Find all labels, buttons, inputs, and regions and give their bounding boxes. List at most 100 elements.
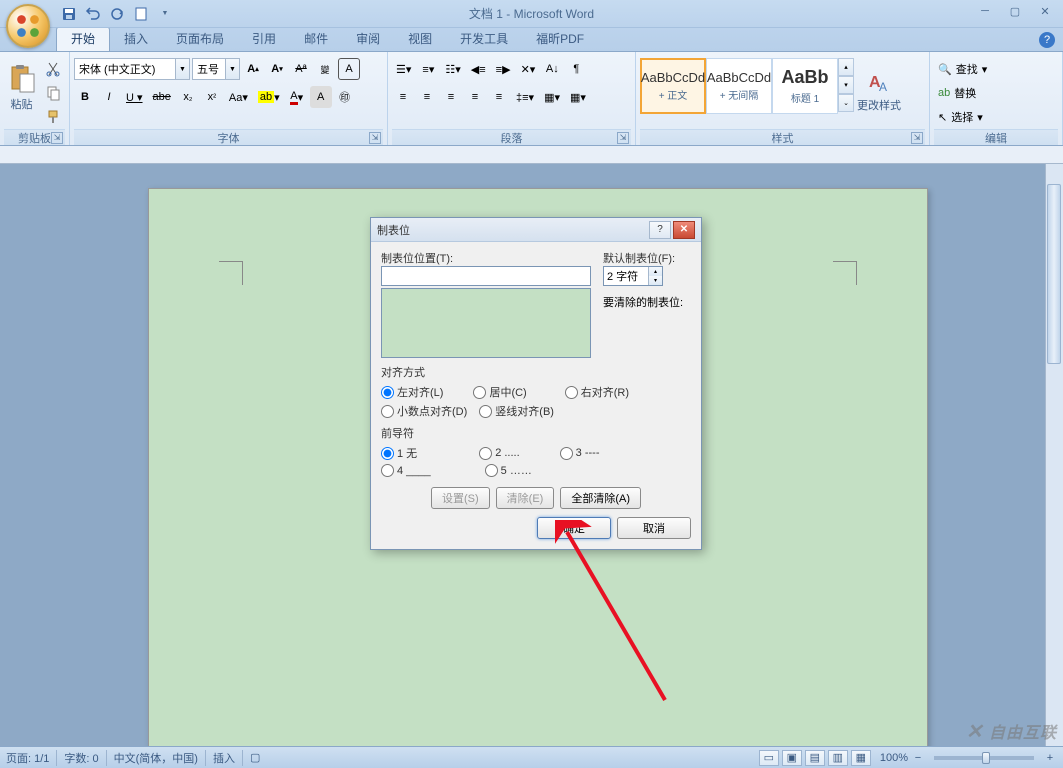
tab-home[interactable]: 开始 xyxy=(56,26,110,51)
macro-recording-icon[interactable]: ▢ xyxy=(250,751,260,764)
clear-formatting-icon[interactable]: Aª xyxy=(290,58,312,80)
phonetic-guide-icon[interactable]: 變 xyxy=(314,58,336,80)
bullets-icon[interactable]: ☰▾ xyxy=(392,58,415,80)
paste-button[interactable]: 粘贴 xyxy=(4,54,39,122)
asian-layout-icon[interactable]: ✕▾ xyxy=(517,58,540,80)
draft-view-icon[interactable]: ▦ xyxy=(851,750,871,766)
save-icon[interactable] xyxy=(58,3,80,25)
character-shading-icon[interactable]: A xyxy=(310,86,332,108)
maximize-button[interactable]: ▢ xyxy=(1001,2,1029,20)
style-heading-1[interactable]: AaBb 标题 1 xyxy=(772,58,838,114)
leader-5-radio[interactable]: 5 …… xyxy=(485,464,532,477)
align-center-icon[interactable]: ≡ xyxy=(416,86,438,108)
tab-insert[interactable]: 插入 xyxy=(110,27,162,51)
copy-icon[interactable] xyxy=(41,82,65,104)
tab-foxit-pdf[interactable]: 福昕PDF xyxy=(522,27,598,51)
status-language[interactable]: 中文(简体，中国) xyxy=(114,750,198,766)
vertical-scrollbar[interactable] xyxy=(1045,164,1063,746)
font-color-icon[interactable]: A▾ xyxy=(286,86,308,108)
grow-font-icon[interactable]: A▴ xyxy=(242,58,264,80)
italic-icon[interactable]: I xyxy=(98,86,120,108)
align-right-radio[interactable]: 右对齐(R) xyxy=(565,384,629,400)
status-words[interactable]: 字数: 0 xyxy=(64,750,98,766)
leader-3-radio[interactable]: 3 ---- xyxy=(560,447,600,460)
font-family-combo[interactable]: 宋体 (中文正文)▼ xyxy=(74,58,190,80)
undo-icon[interactable] xyxy=(82,3,104,25)
dialog-close-icon[interactable]: ✕ xyxy=(673,221,695,239)
tab-developer[interactable]: 开发工具 xyxy=(446,27,522,51)
style-normal[interactable]: AaBbCcDd + 正文 xyxy=(640,58,706,114)
default-tab-spinner[interactable]: 2 字符 ▴▾ xyxy=(603,266,663,286)
style-down-icon[interactable]: ▾ xyxy=(838,76,854,94)
line-spacing-icon[interactable]: ‡≡▾ xyxy=(512,86,538,108)
full-screen-view-icon[interactable]: ▣ xyxy=(782,750,802,766)
align-left-radio[interactable]: 左对齐(L) xyxy=(381,384,443,400)
tab-references[interactable]: 引用 xyxy=(238,27,290,51)
dialog-titlebar[interactable]: 制表位 ? ✕ xyxy=(371,218,701,242)
cut-icon[interactable] xyxy=(41,58,65,80)
styles-launcher-icon[interactable]: ⇲ xyxy=(911,132,923,144)
horizontal-ruler[interactable] xyxy=(0,146,1063,164)
justify-icon[interactable]: ≡ xyxy=(464,86,486,108)
font-size-combo[interactable]: 五号▼ xyxy=(192,58,240,80)
align-center-radio[interactable]: 居中(C) xyxy=(473,384,526,400)
print-layout-view-icon[interactable]: ▭ xyxy=(759,750,779,766)
leader-1-radio[interactable]: 1 无 xyxy=(381,445,417,461)
select-button[interactable]: ↖选择 ▾ xyxy=(934,106,987,128)
web-layout-view-icon[interactable]: ▤ xyxy=(805,750,825,766)
style-more-icon[interactable]: ⌄ xyxy=(838,94,854,112)
bold-icon[interactable]: B xyxy=(74,86,96,108)
distributed-icon[interactable]: ≡ xyxy=(488,86,510,108)
redo-icon[interactable] xyxy=(106,3,128,25)
office-button[interactable] xyxy=(6,4,50,48)
qat-customize-icon[interactable]: ▼ xyxy=(154,3,176,25)
close-button[interactable]: ✕ xyxy=(1031,2,1059,20)
spinner-down-icon[interactable]: ▾ xyxy=(648,276,662,285)
highlight-icon[interactable]: ab▾ xyxy=(254,86,284,108)
tab-position-input[interactable] xyxy=(381,266,591,286)
style-no-spacing[interactable]: AaBbCcDd + 无间隔 xyxy=(706,58,772,114)
outline-view-icon[interactable]: ▥ xyxy=(828,750,848,766)
sort-icon[interactable]: A↓ xyxy=(541,58,563,80)
change-case-icon[interactable]: Aa▾ xyxy=(225,86,252,108)
multilevel-list-icon[interactable]: ☷▾ xyxy=(441,58,464,80)
zoom-out-icon[interactable]: − xyxy=(911,752,925,764)
scrollbar-thumb[interactable] xyxy=(1047,184,1061,364)
align-decimal-radio[interactable]: 小数点对齐(D) xyxy=(381,403,467,419)
minimize-button[interactable]: ─ xyxy=(971,2,999,20)
dialog-help-icon[interactable]: ? xyxy=(649,221,671,239)
align-left-icon[interactable]: ≡ xyxy=(392,86,414,108)
tab-mailings[interactable]: 邮件 xyxy=(290,27,342,51)
shrink-font-icon[interactable]: A▾ xyxy=(266,58,288,80)
leader-4-radio[interactable]: 4 ____ xyxy=(381,464,431,477)
zoom-in-icon[interactable]: + xyxy=(1043,752,1057,764)
enclose-characters-icon[interactable]: ㊞ xyxy=(334,86,356,108)
paragraph-launcher-icon[interactable]: ⇲ xyxy=(617,132,629,144)
align-right-icon[interactable]: ≡ xyxy=(440,86,462,108)
clear-button[interactable]: 清除(E) xyxy=(496,487,555,509)
ok-button[interactable]: 确定 xyxy=(537,517,611,539)
zoom-slider-thumb[interactable] xyxy=(982,752,990,764)
font-launcher-icon[interactable]: ⇲ xyxy=(369,132,381,144)
show-hide-icon[interactable]: ¶ xyxy=(565,58,587,80)
tab-view[interactable]: 视图 xyxy=(394,27,446,51)
zoom-level[interactable]: 100% xyxy=(880,752,908,764)
underline-icon[interactable]: U ▾ xyxy=(122,86,147,108)
clipboard-launcher-icon[interactable]: ⇲ xyxy=(51,132,63,144)
format-painter-icon[interactable] xyxy=(41,106,65,128)
spinner-up-icon[interactable]: ▴ xyxy=(648,267,662,276)
cancel-button[interactable]: 取消 xyxy=(617,517,691,539)
print-preview-icon[interactable] xyxy=(130,3,152,25)
zoom-slider[interactable] xyxy=(934,756,1034,760)
change-styles-button[interactable]: AA 更改样式 xyxy=(854,58,904,126)
set-button[interactable]: 设置(S) xyxy=(431,487,490,509)
tab-page-layout[interactable]: 页面布局 xyxy=(162,27,238,51)
align-bar-radio[interactable]: 竖线对齐(B) xyxy=(479,403,554,419)
replace-button[interactable]: ab替换 xyxy=(934,82,980,104)
increase-indent-icon[interactable]: ≡▶ xyxy=(492,58,515,80)
tab-review[interactable]: 审阅 xyxy=(342,27,394,51)
status-page[interactable]: 页面: 1/1 xyxy=(6,750,49,766)
decrease-indent-icon[interactable]: ◀≡ xyxy=(467,58,490,80)
numbering-icon[interactable]: ≡▾ xyxy=(417,58,439,80)
style-up-icon[interactable]: ▴ xyxy=(838,58,854,76)
